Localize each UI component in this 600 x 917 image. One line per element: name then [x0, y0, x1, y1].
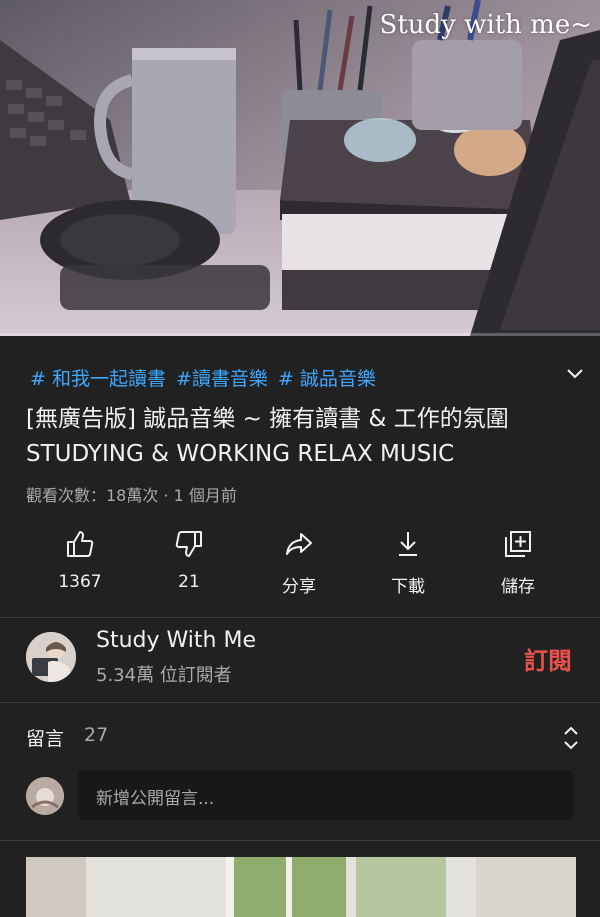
share-icon: [286, 533, 312, 555]
download-button[interactable]: 下載: [353, 528, 463, 597]
hashtag-link[interactable]: #讀書音樂: [176, 368, 268, 390]
like-count: 1367: [58, 572, 102, 592]
video-overlay-title: Study with me~: [379, 10, 592, 40]
channel-avatar[interactable]: [26, 632, 76, 682]
divider: [0, 840, 600, 841]
user-avatar: [26, 777, 64, 815]
channel-avatar-image: [26, 632, 76, 682]
action-bar: 1367 21 分享 下載 儲存: [0, 528, 600, 600]
video-progress-bar[interactable]: [0, 333, 600, 336]
divider: [0, 702, 600, 703]
hashtag-row: # 和我一起讀書 #讀書音樂 # 誠品音樂: [30, 364, 386, 391]
video-thumbnail-scene: [0, 0, 600, 336]
share-label: 分享: [282, 577, 316, 597]
like-button[interactable]: 1367: [25, 528, 135, 592]
subscribe-button[interactable]: 訂閱: [524, 641, 572, 676]
sort-toggle-icon[interactable]: [560, 724, 582, 752]
save-button[interactable]: 儲存: [463, 528, 573, 597]
comment-input[interactable]: 新增公開留言...: [78, 770, 574, 820]
subscriber-count: 5.34萬 位訂閱者: [96, 665, 232, 686]
video-meta: 觀看次數：18萬次 · 1 個月前: [26, 486, 237, 505]
hashtag-link[interactable]: # 誠品音樂: [278, 368, 376, 390]
chevron-down-icon[interactable]: [564, 362, 586, 384]
dislike-button[interactable]: 21: [134, 528, 244, 592]
download-label: 下載: [391, 577, 425, 597]
comment-placeholder: 新增公開留言...: [96, 789, 215, 809]
next-video-image: [26, 857, 576, 917]
download-icon: [399, 532, 417, 556]
save-label: 儲存: [501, 577, 535, 597]
dislike-count: 21: [178, 572, 200, 592]
divider: [0, 617, 600, 618]
thumb-down-icon: [175, 531, 202, 557]
comments-label[interactable]: 留言: [26, 724, 64, 751]
share-button[interactable]: 分享: [244, 528, 354, 597]
next-video-thumbnail[interactable]: [26, 857, 576, 917]
user-avatar-image: [26, 777, 64, 815]
save-playlist-icon: [505, 531, 531, 557]
video-title[interactable]: [無廣告版] 誠品音樂 ~ 擁有讀書 & 工作的氛圍 STUDYING & WO…: [26, 402, 546, 472]
video-player[interactable]: Study with me~: [0, 0, 600, 336]
comments-count: 27: [84, 724, 109, 746]
hashtag-link[interactable]: # 和我一起讀書: [30, 368, 166, 390]
thumb-up-icon: [67, 531, 94, 557]
channel-name[interactable]: Study With Me: [96, 628, 256, 653]
